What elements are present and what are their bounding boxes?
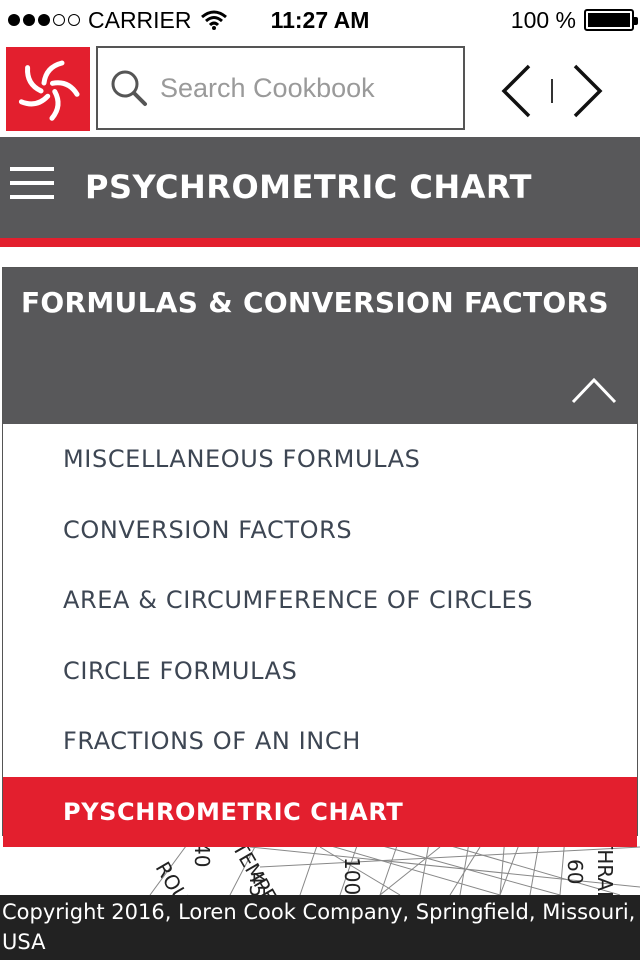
menu-item-area-circumference[interactable]: AREA & CIRCUMFERENCE OF CIRCLES — [3, 565, 637, 636]
chevron-up-icon[interactable] — [571, 376, 617, 404]
menu-item-fractions-of-an-inch[interactable]: FRACTIONS OF AN INCH — [3, 706, 637, 777]
battery-info: 100 % — [510, 0, 638, 40]
panel-title: FORMULAS & CONVERSION FACTORS — [21, 286, 609, 319]
menu-item-conversion-factors[interactable]: CONVERSION FACTORS — [3, 495, 637, 566]
logo-pinwheel-icon — [18, 60, 80, 121]
search-icon — [104, 63, 154, 113]
loren-cook-logo[interactable] — [6, 47, 90, 131]
accent-stripe — [0, 238, 640, 247]
page-navigation — [498, 62, 606, 120]
chevron-right-icon — [573, 64, 603, 118]
menu-item-miscellaneous-formulas[interactable]: MISCELLANEOUS FORMULAS — [3, 424, 637, 495]
status-bar: CARRIER 11:27 AM 100 % — [0, 0, 640, 40]
chart-label-60: 60 — [563, 859, 587, 884]
chart-label-45: 45 — [245, 872, 269, 895]
title-bar: PSYCHROMETRIC CHART — [0, 137, 640, 238]
previous-page-button[interactable] — [498, 62, 534, 120]
search-input[interactable] — [160, 58, 450, 118]
page-title: PSYCHROMETRIC CHART — [85, 168, 532, 206]
copyright-footer: Copyright 2016, Loren Cook Company, Spri… — [0, 895, 640, 960]
battery-percent: 100 % — [510, 6, 576, 33]
battery-icon — [584, 9, 638, 31]
chevron-left-icon — [501, 64, 531, 118]
menu-list: MISCELLANEOUS FORMULAS CONVERSION FACTOR… — [3, 424, 637, 847]
nav-divider — [551, 79, 553, 103]
menu-item-circle-formulas[interactable]: CIRCLE FORMULAS — [3, 636, 637, 707]
search-box[interactable] — [96, 46, 465, 130]
panel-header[interactable]: FORMULAS & CONVERSION FACTORS — [3, 268, 637, 424]
formulas-panel: FORMULAS & CONVERSION FACTORS MISCELLANE… — [2, 267, 638, 847]
hamburger-icon[interactable] — [10, 167, 54, 203]
menu-item-psychrometric-chart[interactable]: PYSCHROMETRIC CHART — [3, 776, 637, 847]
chart-label-1001: 1001 — [340, 857, 364, 895]
next-page-button[interactable] — [570, 62, 606, 120]
app-header — [0, 40, 640, 137]
